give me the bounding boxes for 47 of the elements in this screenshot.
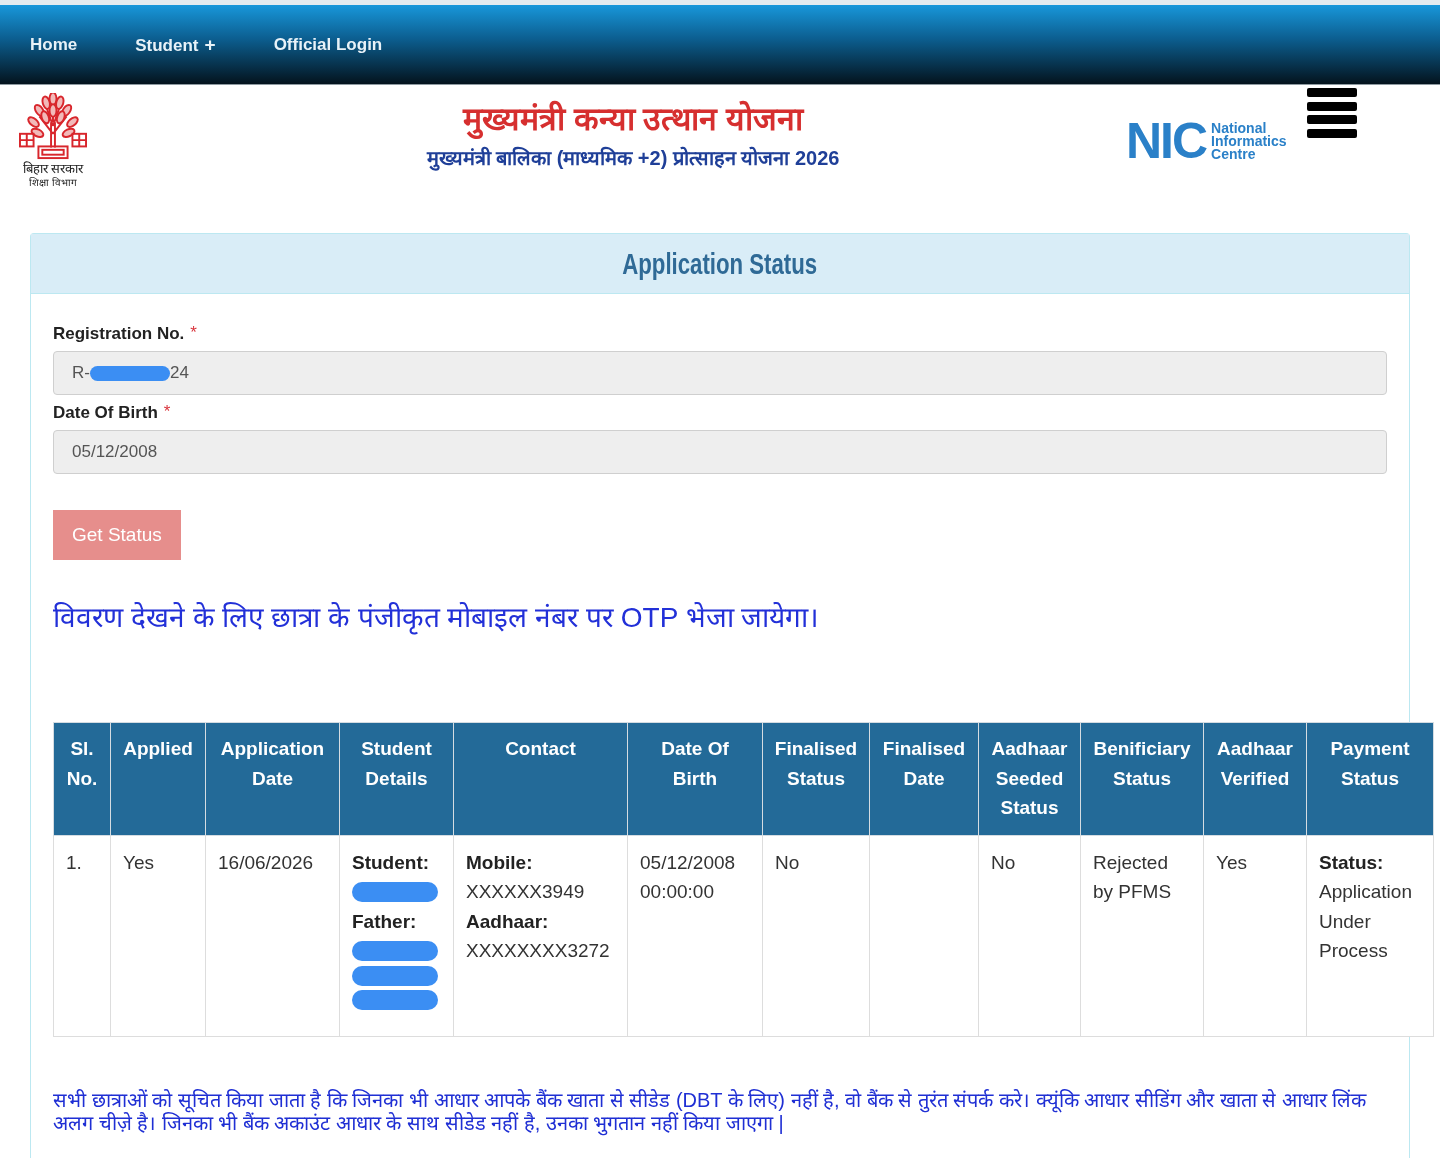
- column-header: Payment Status: [1306, 722, 1434, 835]
- cell-label: Father:: [352, 909, 417, 934]
- logo-wordmark: NIC: [1126, 121, 1207, 161]
- scheme-subtitle: मुख्यमंत्री बालिका (माध्यमिक +2) प्रोत्साहन योजना 2026: [425, 145, 841, 171]
- menu-icon[interactable]: [1306, 88, 1357, 138]
- emblem-subcaption: शिक्षा विभाग: [29, 177, 77, 189]
- panel-title: Application Status: [622, 245, 818, 282]
- column-header: Finalised Date: [869, 722, 979, 835]
- column-header: Aadhaar Verified: [1203, 722, 1307, 835]
- column-header: Contact: [453, 722, 628, 835]
- cell-text: 05/12/2008 00:00:00: [640, 850, 737, 904]
- nav-link[interactable]: Student +: [117, 23, 234, 66]
- scheme-title: मुख्यमंत्री कन्या उत्थान योजना: [461, 99, 806, 139]
- cell-label: Status:: [1319, 850, 1384, 875]
- column-header: Finalised Status: [762, 722, 870, 835]
- cell-text: 1.: [66, 850, 82, 875]
- cell-text: No: [775, 850, 800, 875]
- cell-text: Rejected by PFMS: [1093, 850, 1173, 904]
- nav-link[interactable]: Official Login: [255, 24, 401, 65]
- field-label: Registration No.: [53, 324, 185, 344]
- cell-label: Aadhaar:: [466, 909, 549, 934]
- emblem-caption: बिहार सरकार: [22, 161, 84, 177]
- cell-text: Yes: [123, 850, 154, 875]
- required-asterisk: *: [163, 403, 171, 421]
- column-header: Application Date: [205, 722, 340, 835]
- input-field[interactable]: R- 24: [53, 351, 1387, 395]
- cell-label: Mobile:: [466, 850, 533, 875]
- column-header: Applied: [110, 722, 206, 835]
- required-asterisk: *: [190, 324, 197, 342]
- cell-text: Yes: [1216, 850, 1247, 875]
- column-header: Date Of Birth: [627, 722, 763, 835]
- cell-text: XXXXXXXX3272: [466, 939, 610, 963]
- column-header: Aadhaar Seeded Status: [978, 722, 1081, 835]
- column-header: Sl. No.: [53, 722, 111, 835]
- field-label: Date Of Birth: [53, 403, 158, 423]
- nav-link[interactable]: Home: [12, 24, 96, 65]
- cell-text: XXXXXX3949: [466, 880, 585, 904]
- cell-text: No: [991, 850, 1016, 875]
- seeding-notice: सभी छात्राओं को सूचित किया जाता है कि जिनका भी आधार आपके बैंक खाता से सीडेड (DBT के लिए) नहीं है, वो बैंक से तुरंत संपर्क करे। क्यूंकि आधार सीडिंग और खाता से आधार लिंक अलग चीज़े है। जिनका भी बैंक अकाउंट आधार के साथ सीडेड नहीं है, उनका भुगतान नहीं किया जाएगा |: [53, 1088, 1368, 1135]
- column-header: Student Details: [339, 722, 454, 835]
- input-field[interactable]: 05/12/2008: [53, 430, 1387, 474]
- cell-text: 16/06/2026: [218, 850, 314, 875]
- cell-text: Application Under Process: [1319, 880, 1413, 963]
- otp-notice: विवरण देखने के लिए छात्रा के पंजीकृत मोबाइल नंबर पर OTP भेजा जायेगा।: [53, 601, 821, 637]
- logo-caption: National Informatics Centre: [1211, 121, 1287, 161]
- cell-label: Student:: [352, 850, 430, 875]
- column-header: Benificiary Status: [1080, 722, 1204, 835]
